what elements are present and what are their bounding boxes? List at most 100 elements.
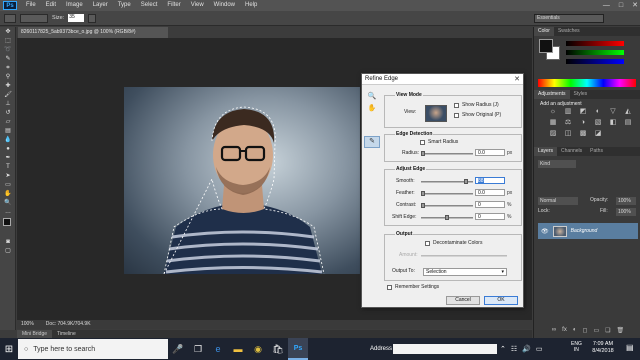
photo-filter-icon[interactable]: ◑ — [578, 119, 588, 127]
eraser-tool-icon[interactable]: ▱ — [2, 118, 14, 126]
smart-radius-checkbox[interactable] — [420, 140, 425, 145]
system-clock[interactable]: 7:09 AM 8/4/2018 — [585, 341, 621, 355]
pen-tool-icon[interactable]: ✒ — [2, 154, 14, 162]
posterize-icon[interactable]: ▨ — [548, 130, 558, 138]
vibrance-icon[interactable]: ▽ — [608, 108, 618, 116]
menu-help[interactable]: Help — [240, 0, 262, 11]
address-input[interactable] — [393, 344, 497, 354]
show-radius-checkbox[interactable] — [454, 103, 459, 108]
quick-mask-icon[interactable]: ◙ — [2, 238, 14, 246]
size-input[interactable]: 35 — [68, 14, 85, 22]
hand-tool-icon[interactable]: ✋ — [2, 190, 14, 198]
tab-swatches[interactable]: Swatches — [554, 27, 584, 36]
radius-slider[interactable] — [421, 151, 473, 156]
menu-window[interactable]: Window — [209, 0, 240, 11]
menu-select[interactable]: Select — [136, 0, 163, 11]
brush-mode-buttons[interactable] — [20, 13, 48, 23]
contrast-input[interactable]: 0 — [475, 201, 505, 208]
history-brush-tool-icon[interactable]: ↺ — [2, 109, 14, 117]
menu-image[interactable]: Image — [61, 0, 88, 11]
adjustment-layer-icon[interactable]: ◐ — [573, 327, 577, 335]
zoom-tool-icon[interactable]: 🔍 — [364, 92, 380, 104]
size-dropdown[interactable] — [88, 13, 97, 23]
remember-settings-checkbox[interactable] — [387, 285, 392, 290]
extras-icon[interactable]: … — [2, 208, 14, 216]
document-tab[interactable]: 8260117825_5ab9373bce_o.jpg @ 100% (RGB/… — [18, 27, 168, 38]
edge-browser-icon[interactable]: e — [208, 338, 228, 360]
path-select-tool-icon[interactable]: ➤ — [2, 172, 14, 180]
hue-saturation-icon[interactable]: ◭ — [623, 108, 633, 116]
output-to-select[interactable]: Selection ▾ — [423, 268, 507, 276]
zoom-level[interactable]: 100% — [21, 320, 34, 329]
network-icon[interactable]: ☷ — [511, 345, 517, 353]
task-view-icon[interactable]: ❐ — [188, 338, 208, 360]
shape-tool-icon[interactable]: ▭ — [2, 181, 14, 189]
smooth-slider[interactable] — [421, 179, 473, 184]
visibility-eye-icon[interactable]: 👁 — [541, 228, 549, 235]
screen-mode-icon[interactable]: ▢ — [2, 247, 14, 255]
color-lookup-icon[interactable]: ◧ — [608, 119, 618, 127]
ok-button[interactable]: OK — [484, 296, 518, 305]
tab-adjustments[interactable]: Adjustments — [534, 90, 570, 99]
menu-filter[interactable]: Filter — [162, 0, 185, 11]
doc-size-info[interactable]: Doc: 704.9K/704.9K — [46, 320, 91, 329]
gradient-map-icon[interactable]: ▩ — [578, 130, 588, 138]
layer-mask-icon[interactable]: ◻ — [582, 327, 587, 335]
radius-input[interactable]: 0.0 — [475, 149, 505, 156]
smooth-input[interactable]: 88 — [475, 177, 505, 184]
tab-layers[interactable]: Layers — [534, 147, 558, 156]
exposure-icon[interactable]: ◐ — [593, 108, 603, 116]
new-group-icon[interactable]: ▭ — [593, 327, 599, 335]
tab-color[interactable]: Color — [534, 27, 554, 36]
color-balance-icon[interactable]: ▦ — [548, 119, 558, 127]
brush-tool-icon[interactable]: 🖌 — [2, 91, 14, 99]
layer-kind-filter[interactable]: Kind — [538, 160, 576, 168]
menu-layer[interactable]: Layer — [88, 0, 113, 11]
clone-stamp-tool-icon[interactable]: ⊥ — [2, 100, 14, 108]
menu-file[interactable]: File — [21, 0, 41, 11]
feather-input[interactable]: 0.0 — [475, 189, 505, 196]
quick-select-tool-icon[interactable]: ✎ — [2, 55, 14, 63]
type-tool-icon[interactable]: T — [2, 163, 14, 171]
move-tool-icon[interactable]: ✥ — [2, 28, 14, 36]
decontaminate-checkbox[interactable] — [425, 241, 430, 246]
channel-mixer-icon[interactable]: ▧ — [593, 119, 603, 127]
zoom-tool-icon[interactable]: 🔍 — [2, 199, 14, 207]
show-original-checkbox[interactable] — [454, 113, 459, 118]
panel-foreground-swatch[interactable] — [539, 39, 553, 53]
delete-layer-icon[interactable]: 🗑 — [617, 327, 625, 335]
microphone-icon[interactable]: 🎤 — [168, 338, 188, 360]
hand-tool-icon[interactable]: ✋ — [364, 104, 380, 116]
shift-edge-input[interactable]: 0 — [475, 213, 505, 220]
selective-color-icon[interactable]: ◪ — [593, 130, 603, 138]
feather-slider[interactable] — [421, 191, 473, 196]
tab-mini-bridge[interactable]: Mini Bridge — [17, 330, 53, 338]
new-layer-icon[interactable]: ❏ — [605, 327, 610, 335]
menu-type[interactable]: Type — [113, 0, 136, 11]
curves-icon[interactable]: ◩ — [578, 108, 588, 116]
photoshop-taskbar-icon[interactable]: Ps — [288, 338, 308, 360]
view-mode-thumbnail[interactable] — [425, 105, 447, 122]
taskbar-search[interactable]: ○ Type here to search — [18, 339, 168, 359]
menu-edit[interactable]: Edit — [41, 0, 61, 11]
levels-icon[interactable]: ▥ — [563, 108, 573, 116]
tool-preset-picker[interactable] — [4, 13, 16, 23]
shift-edge-slider[interactable] — [421, 215, 473, 220]
contrast-slider[interactable] — [421, 203, 473, 208]
tab-paths[interactable]: Paths — [586, 147, 607, 156]
maximize-button[interactable]: □ — [619, 0, 623, 11]
battery-icon[interactable]: ▭ — [536, 345, 543, 353]
color-spectrum[interactable] — [538, 79, 636, 87]
link-layers-icon[interactable]: ∞ — [552, 327, 556, 335]
chrome-icon[interactable]: ◉ — [248, 338, 268, 360]
tray-overflow-icon[interactable]: ⌃ — [500, 345, 506, 353]
gradient-tool-icon[interactable]: ▤ — [2, 127, 14, 135]
tab-timeline[interactable]: Timeline — [52, 330, 81, 338]
blue-slider[interactable] — [566, 59, 624, 64]
dialog-close-icon[interactable]: ✕ — [514, 75, 520, 83]
cancel-button[interactable]: Cancel — [446, 296, 480, 305]
refine-radius-brush-icon[interactable]: ✎ — [364, 136, 380, 148]
layer-background[interactable]: 👁 Background — [538, 223, 638, 239]
red-slider[interactable] — [566, 41, 624, 46]
layer-style-icon[interactable]: fx — [562, 327, 567, 335]
